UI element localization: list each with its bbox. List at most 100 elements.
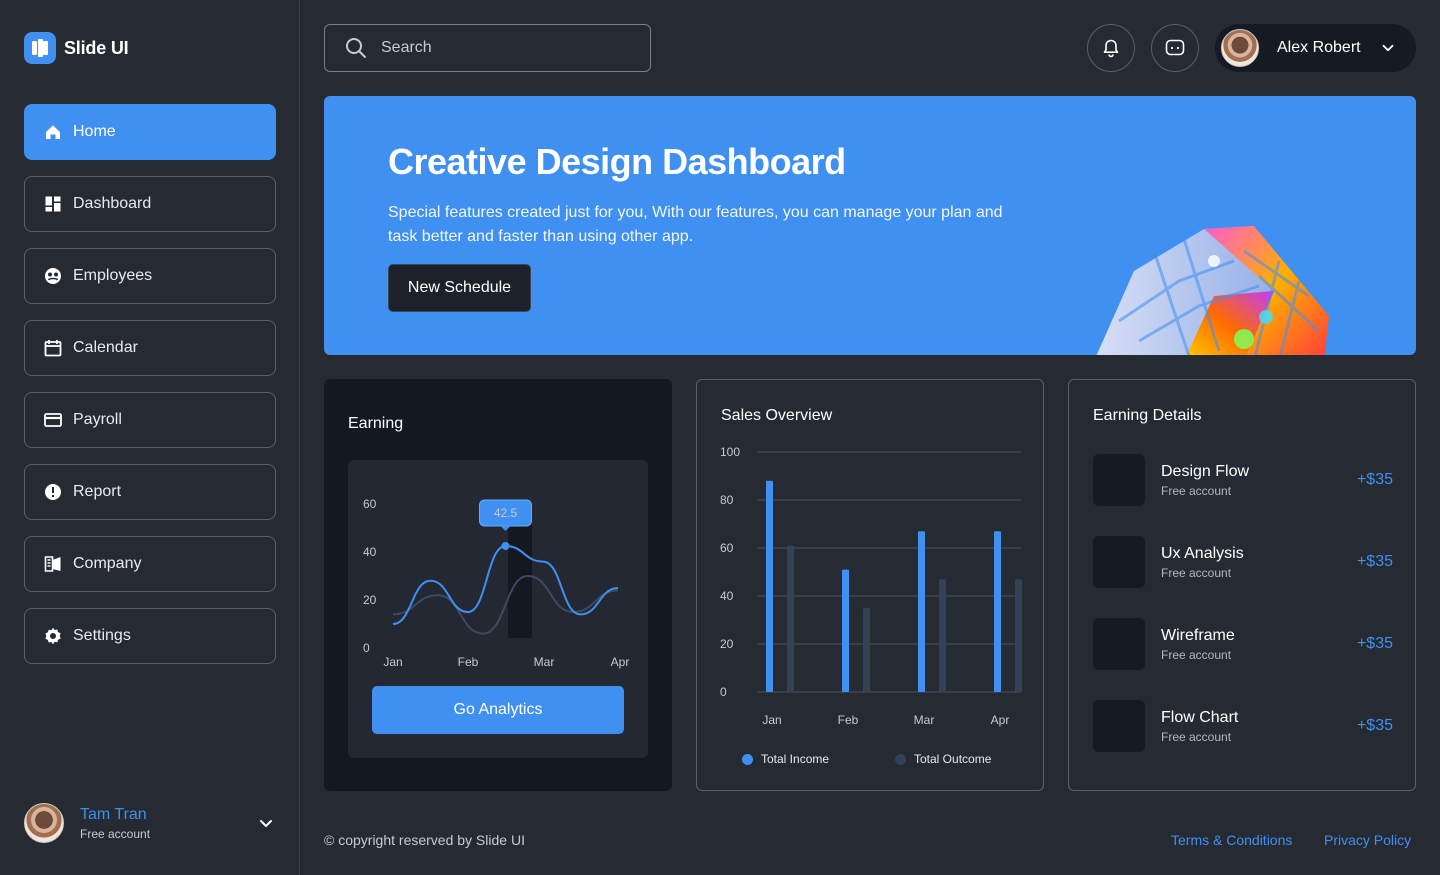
y-tick-label: 100 (720, 445, 740, 459)
thumbnail (1093, 618, 1145, 670)
sidebar-item-employees[interactable]: Employees (24, 248, 276, 304)
sidebar-item-company[interactable]: Company (24, 536, 276, 592)
avatar (1221, 29, 1259, 67)
y-tick-label: 80 (720, 493, 734, 507)
hero-banner: Creative Design Dashboard Special featur… (324, 96, 1416, 355)
x-tick-label: Apr (611, 655, 630, 669)
sidebar: Slide UI Home Dashboard Employees Calendar P… (0, 0, 300, 875)
tooltip-value: 42.5 (494, 506, 518, 520)
sidebar-user-subtitle: Free account (80, 826, 151, 841)
logo[interactable]: Slide UI (24, 32, 129, 64)
legend-label-outcome: Total Outcome (914, 752, 992, 766)
profile-name: Alex Robert (1277, 39, 1361, 56)
detail-subtitle: Free account (1161, 565, 1232, 580)
message-icon (1165, 39, 1185, 56)
legend-total-income: Total Income (742, 752, 829, 766)
new-schedule-button[interactable]: New Schedule (388, 264, 531, 312)
detail-name: Flow Chart (1161, 708, 1239, 726)
bar-income (842, 569, 849, 692)
banner-description: Special features created just for you, W… (388, 204, 1003, 245)
report-icon (43, 482, 63, 502)
search-bar[interactable] (324, 24, 651, 72)
sidebar-item-settings[interactable]: Settings (24, 608, 276, 664)
detail-amount: +$35 (1356, 635, 1393, 652)
notification-button[interactable] (1087, 24, 1135, 72)
sidebar-item-label: Home (73, 123, 116, 140)
list-item[interactable]: Flow Chart Free account +$35 (1093, 700, 1393, 752)
line-series-primary (392, 544, 619, 625)
highlight-point (501, 542, 510, 550)
sidebar-item-dashboard[interactable]: Dashboard (24, 176, 276, 232)
chevron-down-icon[interactable] (256, 813, 276, 833)
dashboard-icon (43, 194, 63, 214)
earning-details-title: Earning Details (1093, 407, 1202, 424)
x-tick-label: Mar (914, 713, 935, 727)
sidebar-user[interactable]: Tam Tran Free account (24, 803, 276, 843)
terms-link[interactable]: Terms & Conditions (1171, 832, 1292, 848)
y-tick-label: 20 (363, 593, 377, 607)
detail-subtitle: Free account (1161, 483, 1232, 498)
employees-icon (43, 266, 63, 286)
thumbnail (1093, 536, 1145, 588)
bar-outcome (939, 579, 946, 692)
banner-title: Creative Design Dashboard (388, 141, 846, 182)
legend-dot-outcome (895, 753, 906, 765)
x-tick-label: Jan (762, 713, 781, 727)
search-icon (346, 38, 366, 58)
list-item[interactable]: Ux Analysis Free account +$35 (1093, 536, 1393, 588)
bar-income (766, 480, 773, 692)
privacy-link[interactable]: Privacy Policy (1324, 832, 1411, 848)
y-tick-label: 0 (720, 685, 727, 699)
detail-amount: +$35 (1356, 553, 1393, 570)
x-tick-label: Feb (838, 713, 859, 727)
list-item[interactable]: Design Flow Free account +$35 (1093, 454, 1393, 506)
bar-income (994, 531, 1001, 692)
sidebar-item-home[interactable]: Home (24, 104, 276, 160)
gear-icon (43, 626, 63, 646)
y-tick-label: 20 (720, 637, 734, 651)
x-tick-label: Apr (991, 713, 1010, 727)
payroll-icon (43, 410, 63, 430)
sidebar-item-label: Employees (73, 267, 153, 284)
go-analytics-button[interactable]: Go Analytics (372, 686, 624, 734)
list-item[interactable]: Wireframe Free account +$35 (1093, 618, 1393, 670)
calendar-icon (43, 338, 63, 358)
sidebar-item-payroll[interactable]: Payroll (24, 392, 276, 448)
rubiks-cube-illustration (1096, 226, 1329, 355)
detail-amount: +$35 (1356, 717, 1393, 734)
legend-label-income: Total Income (761, 752, 830, 766)
detail-subtitle: Free account (1161, 647, 1232, 662)
profile-menu[interactable]: Alex Robert (1215, 24, 1416, 72)
y-tick-label: 40 (363, 545, 377, 559)
sidebar-item-label: Settings (73, 627, 131, 644)
sidebar-item-label: Payroll (73, 411, 122, 428)
sidebar-item-label: Report (73, 483, 122, 500)
detail-amount: +$35 (1356, 471, 1393, 488)
sales-overview-card: Sales Overview 0 20 40 60 80 100 Jan Feb Mar Apr … (696, 379, 1044, 791)
detail-subtitle: Free account (1161, 729, 1232, 744)
bell-icon (1103, 39, 1119, 58)
y-tick-label: 60 (720, 541, 734, 555)
bar-outcome (1015, 579, 1022, 692)
detail-name: Ux Analysis (1161, 544, 1244, 562)
avatar (24, 803, 64, 843)
sidebar-user-name: Tam Tran (80, 805, 147, 823)
search-input[interactable] (381, 39, 621, 57)
sidebar-item-label: Calendar (73, 339, 138, 356)
earning-title: Earning (348, 415, 404, 432)
sidebar-item-label: Company (73, 555, 142, 572)
message-button[interactable] (1151, 24, 1199, 72)
bar-outcome (863, 608, 870, 692)
company-icon (43, 554, 63, 574)
y-tick-label: 60 (363, 497, 377, 511)
sidebar-item-calendar[interactable]: Calendar (24, 320, 276, 376)
sidebar-item-report[interactable]: Report (24, 464, 276, 520)
copyright-text: © copyright reserved by Slide UI (324, 832, 525, 848)
sidebar-nav: Home Dashboard Employees Calendar Payroll Rep… (24, 104, 276, 680)
earning-chart-panel: 0 20 40 60 Jan Feb Mar Apr 42.5 Go Analytics (348, 460, 648, 758)
y-tick-label: 0 (363, 641, 370, 655)
y-tick-label: 40 (720, 589, 734, 603)
detail-name: Design Flow (1161, 462, 1250, 480)
bar-income (918, 531, 925, 692)
earning-details-card: Earning Details Design Flow Free account +… (1068, 379, 1416, 791)
